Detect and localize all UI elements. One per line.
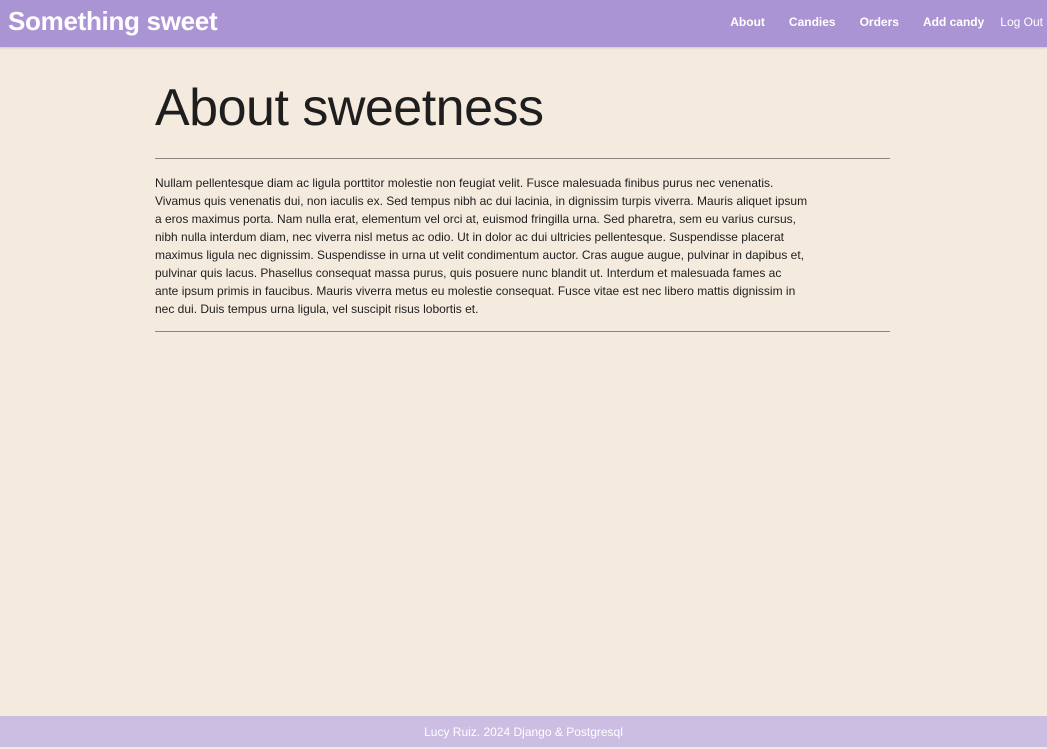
- footer-text: Lucy Ruiz. 2024 Django & Postgresql: [424, 725, 623, 739]
- brand-link[interactable]: Something sweet: [8, 6, 218, 37]
- nav-link-orders[interactable]: Orders: [860, 15, 899, 29]
- text-line: Nullam pellentesque diam ac ligula portt…: [155, 176, 774, 190]
- about-text: Nullam pellentesque diam ac ligula portt…: [155, 159, 890, 331]
- text-line: nec dui. Duis tempus urna ligula, vel su…: [155, 302, 479, 316]
- page-title: About sweetness: [155, 79, 544, 137]
- main-content: About sweetness Nullam pellentesque diam…: [155, 78, 890, 332]
- nav-link-about[interactable]: About: [730, 15, 765, 29]
- footer: Lucy Ruiz. 2024 Django & Postgresql: [0, 716, 1047, 747]
- text-line: maximus ligula nec dignissim. Suspendiss…: [155, 248, 805, 262]
- logout-link[interactable]: Log Out: [1000, 15, 1043, 29]
- navbar: Something sweet About Candies Orders Add…: [0, 0, 1047, 47]
- nav-link-candies[interactable]: Candies: [789, 15, 836, 29]
- nav-links: About Candies Orders Add candy Log Out: [706, 15, 1043, 29]
- text-line: a eros maximus porta. Nam nulla erat, el…: [155, 212, 796, 226]
- text-line: ante ipsum primis in faucibus. Mauris vi…: [155, 284, 796, 298]
- nav-link-add-candy[interactable]: Add candy: [923, 15, 984, 29]
- divider-bottom: [155, 331, 890, 332]
- text-line: pulvinar quis lacus. Phasellus consequat…: [155, 266, 782, 280]
- text-line: Vivamus quis venenatis dui, non iaculis …: [155, 194, 808, 208]
- text-line: nibh nulla interdum diam, nec viverra ni…: [155, 230, 784, 244]
